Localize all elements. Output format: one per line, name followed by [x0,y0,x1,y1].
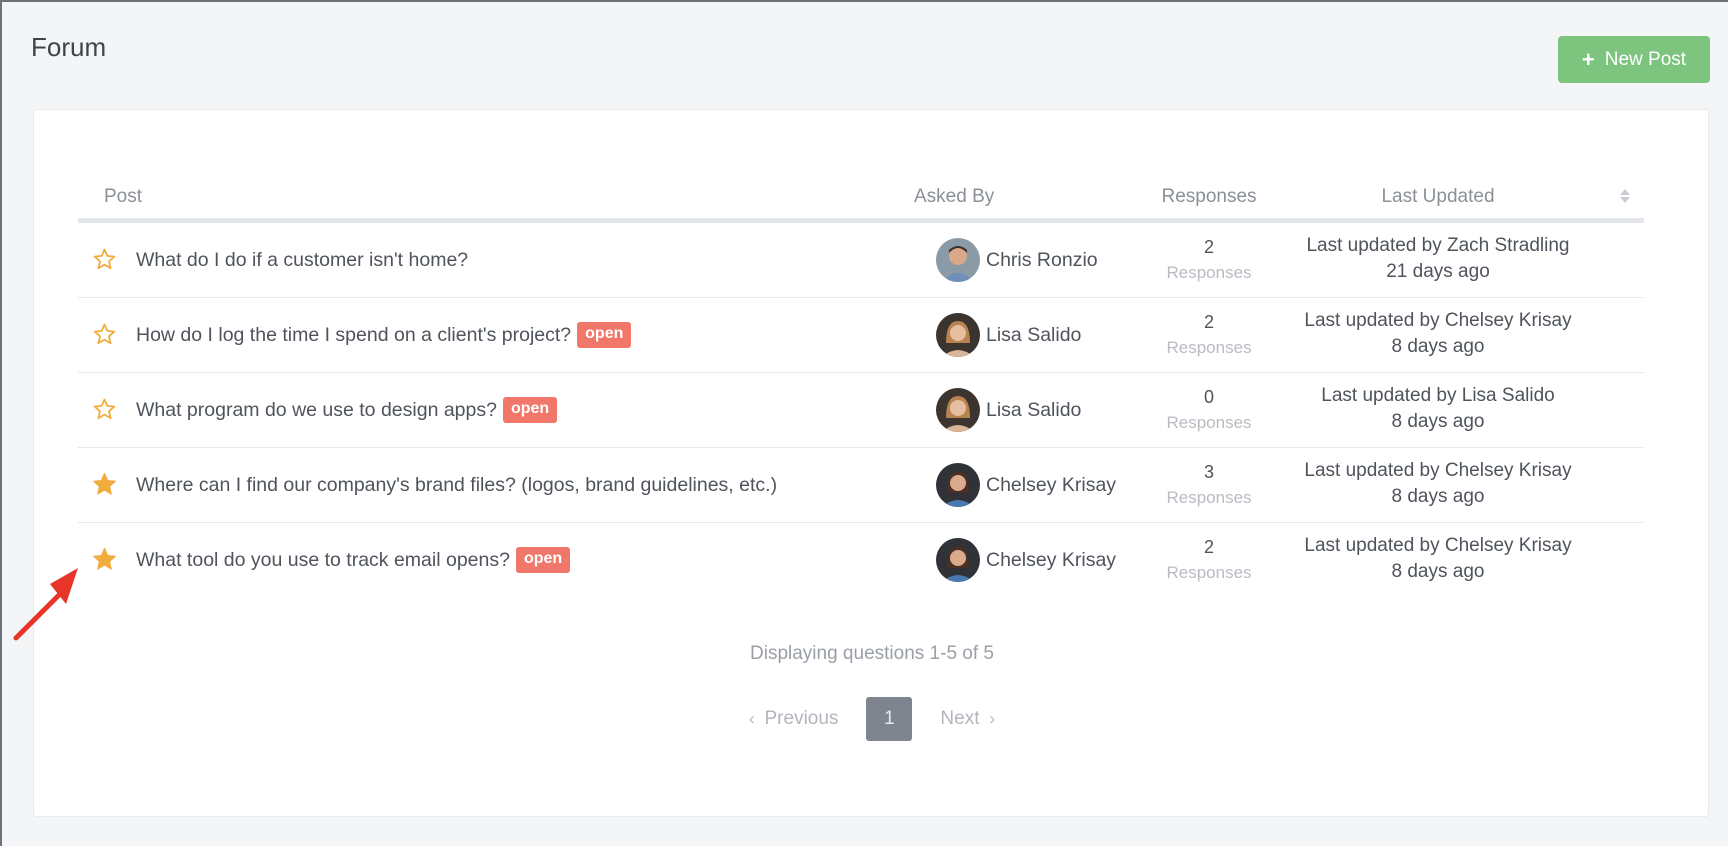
last-updated-ago: 8 days ago [1391,561,1485,582]
table-row[interactable]: Where can I find our company's brand fil… [78,448,1644,523]
open-badge: open [577,322,632,348]
last-updated-by: Last updated by Chelsey Krisay [1304,535,1572,556]
last-updated-ago: 8 days ago [1391,486,1485,507]
responses-cell: 2 Responses [1159,537,1259,583]
last-updated-cell: Last updated by Chelsey Krisay 8 days ago [1268,310,1608,358]
responses-cell: 2 Responses [1159,312,1259,358]
last-updated-cell: Last updated by Zach Stradling 21 days ag… [1268,235,1608,283]
asked-by-cell: Chris Ronzio [936,223,1098,297]
post-cell: What program do we use to design apps? op… [136,373,558,447]
responses-label: Responses [1166,263,1252,282]
table-row[interactable]: How do I log the time I spend on a clien… [78,298,1644,373]
star-outline-icon[interactable] [92,247,117,272]
table-header: Post Asked By Responses Last Updated [78,170,1644,223]
star-outline-icon[interactable] [92,322,117,347]
new-post-button[interactable]: + New Post [1558,36,1710,83]
avatar [936,388,980,432]
annotation-arrow-icon [13,568,78,641]
responses-count: 3 [1203,462,1214,482]
star-filled-icon[interactable] [92,547,117,572]
displaying-count: Displaying questions 1-5 of 5 [750,643,994,664]
responses-cell: 0 Responses [1159,387,1259,433]
last-updated-ago: 8 days ago [1391,336,1485,357]
asker-name: Lisa Salido [986,323,1082,346]
asker-name: Lisa Salido [986,398,1082,421]
pagination: ‹ Previous 1 Next › [34,697,1710,741]
last-updated-ago: 8 days ago [1391,411,1485,432]
last-updated-cell: Last updated by Lisa Salido 8 days ago [1268,385,1608,433]
plus-icon: + [1581,46,1595,72]
asker-name: Chelsey Krisay [986,548,1117,571]
responses-count: 2 [1203,237,1214,257]
page-title: Forum [31,32,107,62]
asked-by-cell: Chelsey Krisay [936,448,1116,522]
last-updated-by: Last updated by Lisa Salido [1321,385,1555,406]
responses-count: 2 [1203,537,1214,557]
responses-count: 0 [1203,387,1214,407]
avatar [936,538,980,582]
post-title-link[interactable]: What do I do if a customer isn't home? [136,249,468,272]
asker-name: Chris Ronzio [986,248,1098,271]
open-badge: open [515,547,571,573]
previous-page-button[interactable]: ‹ Previous [749,708,839,730]
asked-by-cell: Lisa Salido [936,298,1081,372]
forum-card: Post Asked By Responses Last Updated Wha… [33,109,1709,817]
open-badge: open [502,397,558,423]
chevron-right-icon: › [989,709,996,728]
asker-name: Chelsey Krisay [986,473,1117,496]
avatar [936,313,980,357]
responses-label: Responses [1166,413,1252,432]
table-row[interactable]: What tool do you use to track email open… [78,523,1644,597]
responses-label: Responses [1166,488,1252,507]
post-cell: What do I do if a customer isn't home? [136,223,468,297]
table-row[interactable]: What program do we use to design apps? op… [78,373,1644,448]
asked-by-cell: Lisa Salido [936,373,1081,447]
responses-label: Responses [1166,338,1252,357]
post-title-link[interactable]: What tool do you use to track email open… [136,549,510,572]
page-number-current[interactable]: 1 [866,697,913,741]
last-updated-cell: Last updated by Chelsey Krisay 8 days ago [1268,460,1608,508]
chevron-left-icon: ‹ [748,709,755,728]
last-updated-by: Last updated by Chelsey Krisay [1304,310,1572,331]
post-title-link[interactable]: What program do we use to design apps? [136,399,497,422]
previous-label: Previous [764,708,839,729]
post-cell: What tool do you use to track email open… [136,523,571,597]
forum-table: Post Asked By Responses Last Updated Wha… [78,170,1644,597]
responses-cell: 3 Responses [1159,462,1259,508]
next-page-button[interactable]: Next › [940,708,995,730]
column-header-responses[interactable]: Responses [1159,186,1259,208]
column-header-asked-by[interactable]: Asked By [914,186,994,208]
sort-icon[interactable] [1619,188,1631,204]
last-updated-by: Last updated by Chelsey Krisay [1304,460,1572,481]
post-title-link[interactable]: Where can I find our company's brand fil… [136,474,777,497]
responses-count: 2 [1203,312,1214,332]
asked-by-cell: Chelsey Krisay [936,523,1116,597]
responses-label: Responses [1166,563,1252,582]
post-cell: Where can I find our company's brand fil… [136,448,777,522]
table-row[interactable]: What do I do if a customer isn't home? Ch… [78,223,1644,298]
column-header-last-updated[interactable]: Last Updated [1338,186,1538,208]
post-cell: How do I log the time I spend on a clien… [136,298,632,372]
star-outline-icon[interactable] [92,397,117,422]
new-post-label: New Post [1604,48,1687,70]
table-body: What do I do if a customer isn't home? Ch… [78,223,1644,597]
last-updated-by: Last updated by Zach Stradling [1306,235,1570,256]
next-label: Next [940,708,980,729]
last-updated-ago: 21 days ago [1386,261,1490,282]
responses-cell: 2 Responses [1159,237,1259,283]
last-updated-cell: Last updated by Chelsey Krisay 8 days ago [1268,535,1608,583]
avatar [936,463,980,507]
column-header-post[interactable]: Post [104,186,142,208]
avatar [936,238,980,282]
post-title-link[interactable]: How do I log the time I spend on a clien… [136,324,571,347]
star-filled-icon[interactable] [92,472,117,497]
